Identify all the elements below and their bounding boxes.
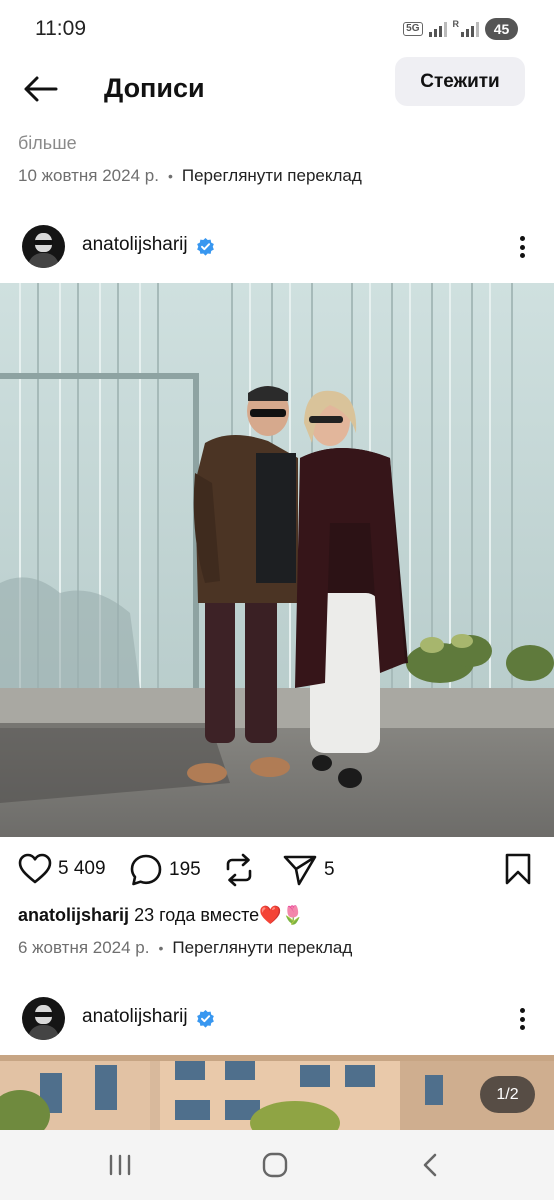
- system-nav-bar: [0, 1130, 554, 1200]
- home-button[interactable]: [255, 1148, 295, 1182]
- back-nav-icon: [423, 1153, 437, 1177]
- bookmark-icon: [505, 853, 531, 885]
- verified-badge-icon: [197, 237, 214, 256]
- status-time: 11:09: [35, 17, 86, 40]
- page-title: Дописи: [104, 73, 205, 103]
- recent-apps-icon: [109, 1154, 131, 1176]
- status-bar: 11:09 5G R 45: [0, 0, 554, 60]
- verified-badge-icon: [197, 1009, 214, 1028]
- like-button[interactable]: 5 409: [18, 853, 106, 885]
- post-meta: 6 жовтня 2024 р. • Переглянути переклад: [18, 938, 352, 958]
- photo2-illustration: [0, 1055, 554, 1135]
- repost-button[interactable]: [222, 853, 256, 887]
- avatar[interactable]: [22, 997, 65, 1040]
- app-header: Дописи Стежити: [0, 56, 554, 116]
- comment-button[interactable]: 195: [129, 853, 201, 887]
- heart-icon: [18, 853, 52, 884]
- share-button[interactable]: 5: [282, 853, 335, 887]
- next-post-header: anatolijsharij: [0, 994, 554, 1044]
- back-arrow-icon: [24, 76, 58, 102]
- likes-count: 5 409: [58, 858, 106, 879]
- network-badge: 5G: [403, 22, 423, 36]
- send-icon: [283, 855, 317, 886]
- photo-illustration: [0, 283, 554, 837]
- shares-count: 5: [324, 859, 335, 880]
- post-username[interactable]: anatolijsharij: [82, 234, 188, 256]
- signal-icon-2: [461, 21, 479, 37]
- comment-bubble-icon: [130, 854, 162, 886]
- battery-indicator: 45: [485, 18, 518, 40]
- caption-username[interactable]: anatolijsharij: [18, 905, 129, 925]
- back-button[interactable]: [20, 69, 60, 109]
- post-caption: anatolijsharij 23 года вместе❤️🌷: [18, 905, 304, 926]
- more-vertical-icon[interactable]: [508, 1004, 536, 1034]
- status-icons: 5G R 45: [403, 18, 518, 40]
- post-actions: 5 409 195 5: [0, 850, 554, 894]
- more-vertical-icon[interactable]: [508, 232, 536, 262]
- post-photo[interactable]: [0, 283, 554, 837]
- next-post-username[interactable]: anatolijsharij: [82, 1006, 188, 1028]
- see-translation-link[interactable]: Переглянути переклад: [172, 938, 352, 958]
- comments-count: 195: [169, 859, 201, 880]
- home-icon: [262, 1152, 288, 1178]
- avatar[interactable]: [22, 225, 65, 268]
- signal-icon: [428, 21, 447, 37]
- save-button[interactable]: [504, 853, 532, 885]
- next-post-photo[interactable]: [0, 1055, 554, 1135]
- separator-dot: •: [167, 168, 173, 184]
- separator-dot: •: [158, 940, 164, 956]
- roaming-indicator: R: [452, 19, 460, 29]
- caption-text: 23 года вместе❤️🌷: [134, 905, 305, 925]
- prev-post-meta: 10 жовтня 2024 р. • Переглянути переклад: [18, 166, 362, 186]
- media-counter: 1/2: [480, 1076, 535, 1113]
- more-link[interactable]: більше: [18, 133, 77, 154]
- see-translation-link[interactable]: Переглянути переклад: [182, 166, 362, 186]
- post-date: 6 жовтня 2024 р.: [18, 938, 150, 957]
- back-nav-button[interactable]: [410, 1148, 450, 1182]
- post-date: 10 жовтня 2024 р.: [18, 166, 159, 185]
- follow-button[interactable]: Стежити: [395, 57, 525, 106]
- repost-icon: [226, 853, 252, 887]
- post-header: anatolijsharij: [0, 222, 554, 272]
- recent-apps-button[interactable]: [100, 1148, 140, 1182]
